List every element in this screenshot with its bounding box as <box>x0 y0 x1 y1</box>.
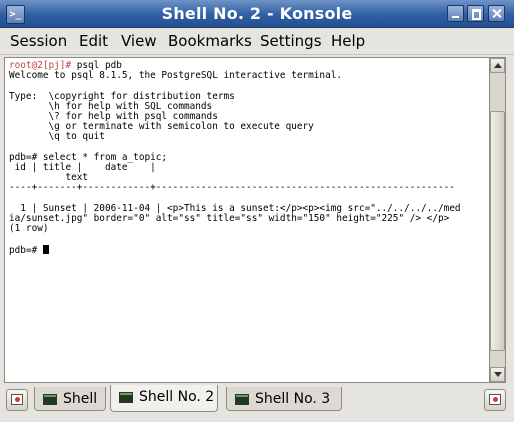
new-session-icon <box>11 394 23 405</box>
terminal-icon <box>235 394 249 405</box>
menu-bookmarks[interactable]: Bookmarks <box>168 32 252 50</box>
tab-label: Shell <box>63 391 98 407</box>
title-bar[interactable]: >_ Shell No. 2 - Konsole <box>0 0 514 28</box>
tab-label: Shell No. 2 <box>139 389 215 405</box>
scroll-up-icon[interactable] <box>490 58 505 73</box>
tab-shell-no-3[interactable]: Shell No. 3 <box>226 387 342 411</box>
terminal-icon <box>119 392 133 403</box>
terminal-line: (1 row) <box>9 224 461 234</box>
menu-bar: Session Edit View Bookmarks Settings Hel… <box>0 28 514 55</box>
close-session-icon <box>489 394 501 405</box>
line-text: \q to quit <box>9 131 105 143</box>
text-cursor <box>42 244 49 254</box>
tab-shell-no-2[interactable]: Shell No. 2 <box>110 385 218 412</box>
line-text: (1 row) <box>9 223 49 235</box>
terminal-line: pdb=# <box>9 244 461 256</box>
terminal-view[interactable]: root@2[pj]# psql pdb Welcome to psql 8.1.… <box>4 57 490 383</box>
close-button[interactable] <box>488 5 505 22</box>
terminal-icon <box>43 394 57 405</box>
menu-settings[interactable]: Settings <box>260 32 322 50</box>
tab-bar: Shell Shell No. 2 Shell No. 3 <box>0 385 514 422</box>
vertical-scrollbar[interactable] <box>490 57 506 383</box>
terminal-line <box>9 234 461 244</box>
tab-shell[interactable]: Shell <box>34 387 106 411</box>
menu-session[interactable]: Session <box>10 32 67 50</box>
menu-edit[interactable]: Edit <box>79 32 108 50</box>
line-text: pdb=# <box>9 244 43 256</box>
menu-view[interactable]: View <box>121 32 157 50</box>
minimize-button[interactable] <box>447 5 464 22</box>
terminal-line: ia/sunset.jpg" border="0" alt="ss" title… <box>9 213 461 225</box>
terminal-output: root@2[pj]# psql pdb Welcome to psql 8.1.… <box>9 60 461 256</box>
line-text: Welcome to psql 8.1.5, the PostgreSQL in… <box>9 70 343 82</box>
terminal-line: ----+-------+------------+--------------… <box>9 183 461 193</box>
scroll-down-icon[interactable] <box>490 367 505 382</box>
window-title: Shell No. 2 - Konsole <box>161 4 353 23</box>
line-text: ----+-------+------------+--------------… <box>9 182 455 194</box>
menu-help[interactable]: Help <box>331 32 365 50</box>
new-session-button[interactable] <box>6 389 28 411</box>
line-text <box>9 233 15 244</box>
maximize-button[interactable] <box>467 5 484 22</box>
terminal-line: \q to quit <box>9 132 461 142</box>
scrollbar-thumb[interactable] <box>490 111 505 351</box>
close-session-button[interactable] <box>484 389 506 411</box>
line-text: ia/sunset.jpg" border="0" alt="ss" title… <box>9 213 450 225</box>
tab-label: Shell No. 3 <box>255 391 331 407</box>
terminal-line: Welcome to psql 8.1.5, the PostgreSQL in… <box>9 71 461 81</box>
